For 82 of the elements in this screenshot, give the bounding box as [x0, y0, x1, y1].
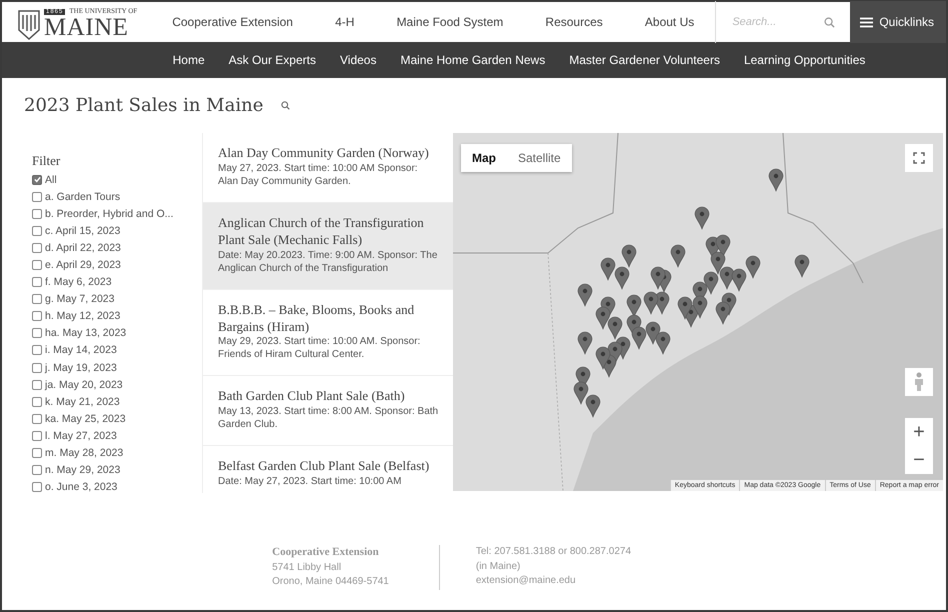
nav-link[interactable]: About Us: [644, 15, 694, 29]
search-field[interactable]: Search...: [730, 15, 824, 29]
checkbox[interactable]: [32, 430, 42, 441]
search-icon[interactable]: [824, 16, 836, 28]
nav-link[interactable]: Resources: [545, 15, 603, 29]
sale-item[interactable]: Anglican Church of the Transfiguration Plant Sale (Mechanic Falls) Date: May 20.2023. Time: 9:00 AM. Sponsor: The Anglican Church of the Transfiguration: [203, 202, 453, 290]
checkbox[interactable]: [32, 242, 42, 253]
footer-contact: Tel: 207.581.3188 or 800.287.0274: [476, 545, 632, 559]
sale-title: B.B.B.B. – Bake, Blooms, Books and Bargains (Hiram): [218, 302, 416, 336]
checkbox[interactable]: [32, 294, 42, 304]
logo-wordmark: MAINE: [44, 15, 130, 40]
map-drawing[interactable]: [453, 133, 943, 491]
checkbox[interactable]: [32, 174, 42, 185]
filter-option[interactable]: e. April 29, 2023: [32, 256, 202, 274]
filter-option[interactable]: f. May 6, 2023: [32, 274, 202, 291]
filter-option[interactable]: d. April 22, 2023: [32, 239, 202, 256]
filter-option[interactable]: m. May 28, 2023: [32, 444, 202, 462]
filter-option[interactable]: h. May 12, 2023: [32, 308, 202, 325]
subnav-link[interactable]: Maine Home Garden News: [400, 53, 546, 67]
filter-option[interactable]: k. May 21, 2023: [32, 393, 202, 410]
sale-details: Date: May 20.2023. Time: 9:00 AM. Sponsor: The Anglican Church of the Transfiguration: [218, 248, 438, 275]
filter-option[interactable]: i. May 14, 2023: [32, 342, 202, 360]
page-title: 2023 Plant Sales in Maine: [24, 95, 264, 116]
sale-details: May 13, 2023. Start time: 8:00 AM. Sponsor: Bath Garden Club.: [218, 405, 439, 432]
filter-option[interactable]: c. April 15, 2023: [32, 222, 202, 240]
subnav-link[interactable]: Learning Opportunities: [744, 53, 866, 67]
checkbox[interactable]: [32, 192, 42, 202]
footer-contact: extension@maine.edu: [476, 574, 577, 588]
filter-option[interactable]: ja. May 20, 2023: [32, 376, 202, 394]
sale-details: May 27, 2023. Start time: 10:00 AM Sponsor: Alan Day Community Garden.: [218, 162, 419, 188]
checkbox[interactable]: [32, 465, 42, 476]
nav-link[interactable]: Cooperative Extension: [172, 15, 293, 29]
shield-icon: [18, 10, 40, 40]
filter-heading: Filter: [32, 153, 62, 169]
sale-details: May 29, 2023. Start time: 10:00 AM. Sponsor: Friends of Hiram Cultural Center.: [218, 335, 422, 362]
fullscreen-icon: [913, 152, 925, 164]
filter-option[interactable]: a. Garden Tours: [32, 188, 202, 206]
person-icon: [914, 372, 924, 392]
checkbox[interactable]: [32, 208, 42, 219]
filter-option[interactable]: ha. May 13, 2023: [32, 324, 202, 342]
checkbox[interactable]: [32, 328, 42, 338]
checkbox[interactable]: [32, 277, 42, 288]
sale-title: Belfast Garden Club Plant Sale (Belfast): [218, 458, 430, 476]
footer-contact: (in Maine): [476, 560, 522, 574]
filter-option[interactable]: l. May 27, 2023: [32, 427, 202, 444]
quicklinks-button[interactable]: Quicklinks: [850, 1, 946, 43]
checkbox[interactable]: [32, 226, 42, 236]
filter-option[interactable]: b. Preorder, Hybrid and O...: [32, 205, 202, 222]
nav-link[interactable]: Maine Food System: [396, 15, 504, 29]
subnav-link[interactable]: Home: [172, 53, 205, 67]
filter-option[interactable]: j. May 19, 2023: [32, 359, 202, 376]
sale-details: Date: May 27, 2023. Start time: 10:00 AM: [218, 475, 402, 488]
checkbox[interactable]: [32, 414, 42, 424]
checkbox[interactable]: [32, 311, 42, 322]
footer-address: 5741 Libby Hall: [272, 560, 342, 575]
checkbox[interactable]: [32, 260, 42, 270]
filter-option[interactable]: o. June 3, 2023: [32, 478, 202, 496]
footer-address: Orono, Maine 04469-5741: [272, 575, 389, 590]
subnav-link[interactable]: Ask Our Experts: [228, 53, 316, 67]
checkbox[interactable]: [32, 380, 42, 390]
search-icon[interactable]: [281, 101, 290, 110]
street-view-button[interactable]: [905, 368, 933, 396]
filter-option[interactable]: All: [32, 171, 202, 188]
filter-option[interactable]: g. May 7, 2023: [32, 290, 202, 308]
subnav-link[interactable]: Videos: [340, 53, 376, 67]
footer-org: Cooperative Extension: [272, 545, 380, 560]
filter-option[interactable]: ka. May 25, 2023: [32, 410, 202, 428]
checkbox[interactable]: [32, 448, 42, 458]
checkbox[interactable]: [32, 396, 42, 407]
sale-title: Anglican Church of the Transfiguration Plant Sale (Mechanic Falls): [218, 214, 425, 249]
fullscreen-button[interactable]: [905, 144, 933, 172]
checkbox[interactable]: [32, 482, 42, 492]
nav-link[interactable]: 4-H: [335, 15, 354, 29]
sale-title: Bath Garden Club Plant Sale (Bath): [218, 388, 406, 406]
filter-option[interactable]: n. May 29, 2023: [32, 462, 202, 479]
menu-icon: [860, 16, 874, 28]
map-type-tab[interactable]: Satellite: [507, 144, 572, 172]
subnav-link[interactable]: Master Gardener Volunteers: [569, 53, 720, 67]
map-type-tab[interactable]: Map: [461, 144, 507, 172]
checkbox[interactable]: [32, 345, 42, 356]
checkbox[interactable]: [32, 362, 42, 373]
sale-title: Alan Day Community Garden (Norway): [218, 145, 430, 162]
